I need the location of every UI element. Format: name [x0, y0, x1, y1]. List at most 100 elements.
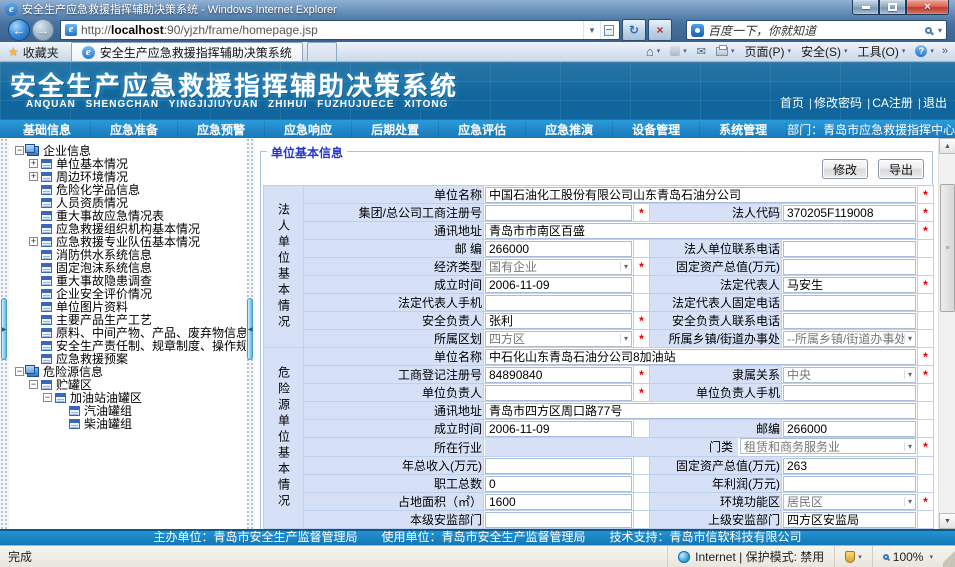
- tools-menu-button[interactable]: 工具(O)▾: [853, 42, 911, 60]
- form-input[interactable]: 中石化山东青岛石油分公司8加油站: [485, 349, 916, 365]
- form-select[interactable]: 四方区▾: [485, 331, 632, 347]
- form-select[interactable]: --所属乡镇/街道办事处--▾: [783, 331, 916, 347]
- refresh-button[interactable]: ↻: [622, 19, 646, 41]
- form-input[interactable]: [783, 259, 916, 275]
- form-input[interactable]: [485, 385, 632, 401]
- form-input[interactable]: 1600: [485, 494, 632, 510]
- home-icon: ⌂: [646, 44, 654, 59]
- form-input[interactable]: 张利: [485, 313, 632, 329]
- back-button[interactable]: ←: [8, 19, 30, 41]
- form-input[interactable]: [783, 476, 916, 492]
- menu-item[interactable]: 应急预警: [178, 121, 265, 138]
- menu-item[interactable]: 设备管理: [613, 121, 700, 138]
- form-input[interactable]: [783, 295, 916, 311]
- form-select[interactable]: 居民区▾: [783, 494, 916, 510]
- top-link[interactable]: 退出: [923, 96, 947, 110]
- form-input[interactable]: [485, 295, 632, 311]
- modify-button[interactable]: 修改: [822, 159, 868, 179]
- top-link[interactable]: 修改密码: [814, 96, 862, 110]
- tree-item[interactable]: 柴油罐组: [9, 417, 246, 430]
- form-input[interactable]: 370205F119008: [783, 205, 916, 221]
- address-dropdown-icon[interactable]: ▼: [583, 21, 600, 39]
- form-value-cell: 266000: [484, 240, 634, 258]
- home-button[interactable]: ⌂▾: [641, 42, 665, 60]
- menu-item[interactable]: 应急准备: [91, 121, 178, 138]
- top-link[interactable]: 首页: [780, 96, 804, 110]
- close-button[interactable]: ×: [906, 0, 949, 15]
- collapse-icon[interactable]: −: [29, 380, 38, 389]
- form-input[interactable]: [485, 458, 632, 474]
- export-button[interactable]: 导出: [878, 159, 924, 179]
- menu-item[interactable]: 基础信息: [4, 121, 91, 138]
- resize-grip[interactable]: [943, 546, 955, 567]
- menu-item[interactable]: 应急响应: [265, 121, 352, 138]
- menu-item[interactable]: 后期处置: [352, 121, 439, 138]
- more-commands-chevron[interactable]: »: [939, 45, 951, 57]
- menu-item[interactable]: 系统管理: [700, 121, 787, 138]
- form-input[interactable]: 四方区安监局: [783, 512, 916, 528]
- form-input[interactable]: [783, 241, 916, 257]
- vertical-scrollbar[interactable]: ▲ ≡ ▼: [938, 138, 955, 529]
- page-menu-button[interactable]: 页面(P)▾: [739, 42, 796, 60]
- scrollbar-thumb[interactable]: ≡: [940, 184, 955, 312]
- top-link[interactable]: CA注册: [872, 96, 913, 110]
- collapse-handle[interactable]: ◀: [247, 298, 253, 360]
- minimize-button[interactable]: [852, 0, 879, 15]
- form-input[interactable]: 2006-11-09: [485, 277, 632, 293]
- form-input[interactable]: 0: [485, 476, 632, 492]
- expand-icon[interactable]: +: [29, 159, 38, 168]
- form-input[interactable]: 青岛市市南区百盛: [485, 223, 916, 239]
- form-input[interactable]: 青岛市四方区周口路77号: [485, 403, 916, 419]
- print-button[interactable]: ▾: [711, 42, 740, 60]
- menu-item[interactable]: 应急评估: [439, 121, 526, 138]
- expand-icon[interactable]: +: [29, 172, 38, 181]
- compatibility-view-icon[interactable]: [600, 21, 617, 39]
- read-mail-button[interactable]: ✉: [692, 42, 711, 60]
- form-input[interactable]: [783, 385, 916, 401]
- new-tab-stub[interactable]: [307, 42, 337, 61]
- help-menu-button[interactable]: ?▾: [910, 42, 939, 60]
- search-dropdown-icon[interactable]: ▾: [938, 26, 942, 35]
- collapse-icon[interactable]: −: [43, 393, 52, 402]
- address-bar[interactable]: e http://localhost:90/yjzh/frame/homepag…: [60, 20, 620, 40]
- form-input[interactable]: 马安生: [783, 277, 916, 293]
- collapse-icon[interactable]: −: [15, 146, 24, 155]
- collapse-handle-left[interactable]: ▶: [1, 298, 7, 360]
- required-star: *: [639, 386, 644, 400]
- form-input[interactable]: 266000: [485, 241, 632, 257]
- favorites-button[interactable]: ★ 收藏夹: [6, 43, 67, 61]
- form-input[interactable]: 84890840: [485, 367, 632, 383]
- form-select[interactable]: 租赁和商务服务业▾: [740, 438, 916, 454]
- form-select[interactable]: 国有企业▾: [485, 259, 632, 275]
- search-icon[interactable]: [925, 27, 932, 34]
- search-box[interactable]: 百度一下，你就知道 ▾: [686, 20, 947, 40]
- forward-button[interactable]: →: [32, 19, 54, 41]
- expand-icon[interactable]: +: [29, 237, 38, 246]
- scroll-down-icon[interactable]: ▼: [939, 513, 955, 529]
- form-input[interactable]: 2006-11-09: [485, 421, 632, 437]
- tree: −企业信息+单位基本情况+周边环境情况危险化学品信息人员资质情况重大事故应急情况…: [9, 138, 246, 529]
- scroll-up-icon[interactable]: ▲: [939, 138, 955, 154]
- safety-menu-button[interactable]: 安全(S)▾: [796, 42, 853, 60]
- protected-mode-button[interactable]: ▾: [834, 546, 872, 567]
- feeds-button[interactable]: ▾: [665, 42, 692, 60]
- star-cell: [918, 475, 934, 493]
- group-label: 法人单位基本情况: [264, 186, 304, 348]
- collapse-icon[interactable]: −: [15, 367, 24, 376]
- form-select[interactable]: 中央▾: [783, 367, 916, 383]
- form-input[interactable]: 263: [783, 458, 916, 474]
- folder-icon: [27, 367, 39, 377]
- tree-splitter[interactable]: ◀: [246, 138, 255, 529]
- url-text[interactable]: http://localhost:90/yjzh/frame/homepage.…: [81, 23, 583, 37]
- menu-item[interactable]: 应急推演: [526, 121, 613, 138]
- form-input[interactable]: 266000: [783, 421, 916, 437]
- form-input[interactable]: [783, 313, 916, 329]
- browser-tab-active[interactable]: e 安全生产应急救援指挥辅助决策系统: [71, 42, 303, 61]
- maximize-button[interactable]: [879, 0, 906, 15]
- form-input[interactable]: [485, 512, 632, 528]
- form-input[interactable]: [485, 205, 632, 221]
- search-placeholder[interactable]: 百度一下，你就知道: [708, 22, 923, 39]
- form-input[interactable]: 中国石油化工股份有限公司山东青岛石油分公司: [485, 187, 916, 203]
- zoom-control[interactable]: 100% ▾: [872, 546, 943, 567]
- stop-button[interactable]: ×: [648, 19, 672, 41]
